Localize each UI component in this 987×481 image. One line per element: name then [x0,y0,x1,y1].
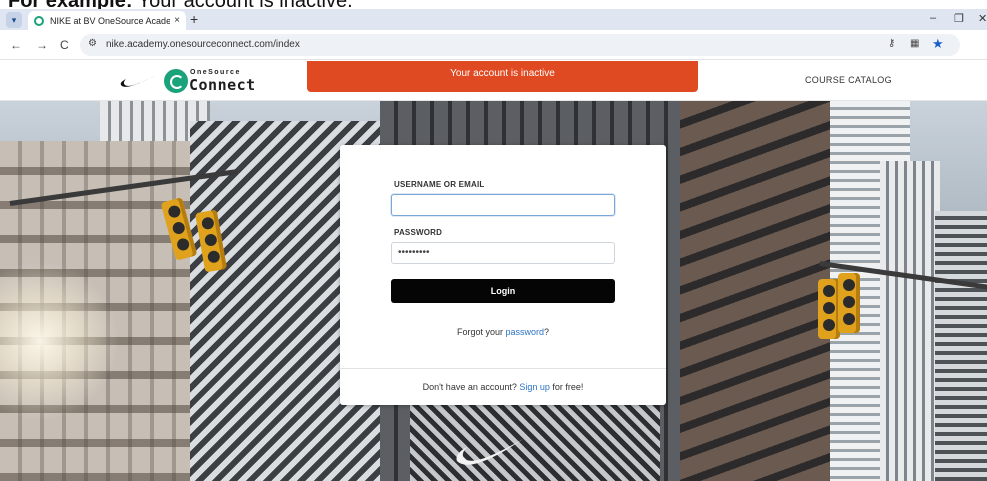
building [935,211,987,481]
password-input[interactable]: ••••••••• [391,242,615,264]
onesource-logo-icon[interactable] [164,69,188,93]
login-card: USERNAME OR EMAIL PASSWORD ••••••••• Log… [340,145,666,405]
password-reset-link[interactable]: password [505,327,544,337]
tab-close-icon[interactable]: × [174,15,180,26]
browser-toolbar: ← → C ⚙ nike.academy.onesourceconnect.co… [0,30,987,60]
bookmark-star-icon[interactable]: ★ [932,36,944,52]
onesource-favicon-icon [34,15,44,26]
new-tab-button[interactable]: + [190,12,198,26]
signup-text: Don't have an account? Sign up for free! [422,382,584,392]
brand-name: Connect [189,76,256,94]
close-window-icon[interactable]: ✕ [978,12,987,25]
login-button[interactable]: Login [391,279,615,303]
browser-tab-active[interactable]: NIKE at BV OneSource Academ × [28,11,186,30]
traffic-light-icon [818,279,840,339]
site-info-icon[interactable]: ⚙ [88,38,97,49]
username-label: USERNAME OR EMAIL [394,180,485,189]
translate-icon[interactable]: ▦ [910,38,919,49]
nike-swoosh-sign-icon [456,439,523,465]
minimize-icon[interactable]: – [930,12,936,24]
nike-logo-icon[interactable] [120,73,156,89]
password-label: PASSWORD [394,228,443,237]
tab-search-icon[interactable]: ▾ [6,12,22,28]
brand-name-small: OneSource [190,69,241,76]
browser-tabstrip: ▾ NIKE at BV OneSource Academ × + – ❐ ✕ [0,9,987,30]
traffic-light-icon [838,273,860,333]
password-key-icon[interactable]: ⚷ [888,38,895,49]
forward-icon[interactable]: → [36,38,48,52]
signup-link[interactable]: Sign up [519,382,550,392]
forgot-password-text: Forgot your password? [456,327,550,337]
username-input[interactable] [391,194,615,216]
building [880,161,940,481]
divider [340,368,666,369]
reload-icon[interactable]: C [60,38,69,52]
tab-title: NIKE at BV OneSource Academ [50,15,171,26]
inactive-account-alert: Your account is inactive [307,61,698,92]
address-bar[interactable]: ⚙ nike.academy.onesourceconnect.com/inde… [80,34,960,56]
back-icon[interactable]: ← [10,38,22,52]
restore-icon[interactable]: ❐ [954,12,964,25]
course-catalog-link[interactable]: COURSE CATALOG [805,75,892,85]
url-text[interactable]: nike.academy.onesourceconnect.com/index [106,39,300,50]
